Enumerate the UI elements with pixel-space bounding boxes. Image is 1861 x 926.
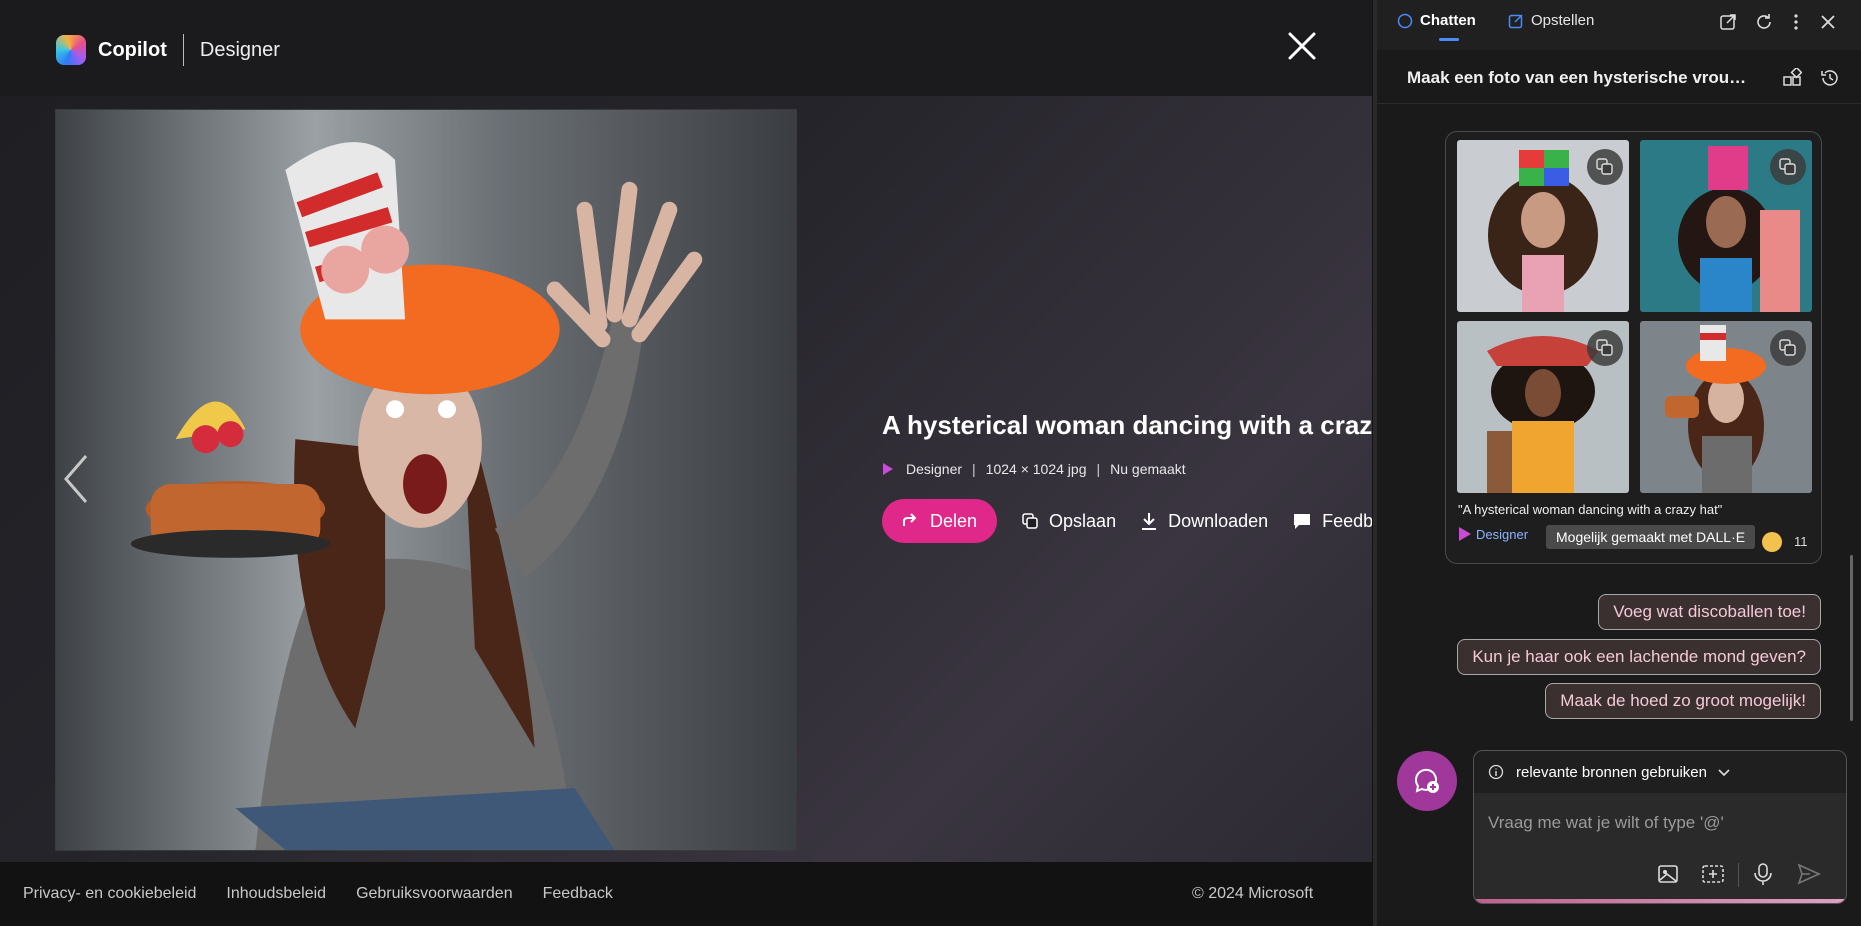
generated-image bbox=[55, 109, 797, 851]
add-to-collection-icon[interactable] bbox=[1587, 149, 1623, 185]
open-in-new-icon[interactable] bbox=[1718, 12, 1738, 32]
share-button[interactable]: Delen bbox=[882, 499, 998, 543]
viewer-footer: Privacy- en cookiebeleid Inhoudsbeleid G… bbox=[0, 862, 1372, 926]
designer-logo-icon bbox=[1459, 527, 1471, 541]
suggestion-chip[interactable]: Maak de hoed zo groot mogelijk! bbox=[1545, 683, 1821, 719]
image-count: 11 bbox=[1794, 534, 1808, 549]
save-label: Opslaan bbox=[1049, 510, 1117, 531]
share-icon bbox=[903, 513, 917, 526]
copilot-logo-icon bbox=[56, 35, 86, 65]
collection-save-icon bbox=[1022, 513, 1038, 529]
new-chat-icon bbox=[1414, 768, 1439, 793]
image-info: A hysterical woman dancing with a crazy … bbox=[882, 410, 1372, 543]
tab-compose[interactable]: Opstellen bbox=[1508, 12, 1594, 29]
viewer-topbar: Copilot Designer bbox=[0, 0, 1372, 96]
dalle-tooltip: Mogelijk gemaakt met DALL·E bbox=[1546, 525, 1756, 549]
plugins-icon[interactable] bbox=[1782, 68, 1802, 88]
conversation-title: Maak een foto van een hysterische vrouw … bbox=[1407, 68, 1759, 87]
brand-subtitle: Designer bbox=[199, 38, 280, 61]
toolbar-divider bbox=[1738, 863, 1739, 887]
tab-compose-label: Opstellen bbox=[1531, 12, 1595, 29]
feedback-label: Feedba bbox=[1322, 510, 1372, 531]
microphone-icon[interactable] bbox=[1750, 861, 1776, 887]
designer-link[interactable]: Designer bbox=[1476, 527, 1528, 542]
chat-scrollbar[interactable] bbox=[1850, 555, 1853, 721]
close-sidebar-icon[interactable] bbox=[1818, 12, 1838, 32]
copyright: © 2024 Microsoft bbox=[1192, 885, 1314, 902]
thumbnail-image[interactable] bbox=[1457, 321, 1629, 493]
meta-source: Designer bbox=[906, 461, 963, 477]
sources-label: relevante bronnen gebruiken bbox=[1516, 763, 1707, 781]
history-icon[interactable] bbox=[1820, 68, 1840, 88]
composer-accent-bar bbox=[1474, 899, 1846, 903]
meta-separator: | bbox=[1096, 461, 1101, 477]
footer-link-privacy[interactable]: Privacy- en cookiebeleid bbox=[23, 885, 196, 903]
brand: Copilot Designer bbox=[56, 34, 280, 66]
new-topic-button[interactable] bbox=[1397, 751, 1457, 811]
screen: Copilot Designer A hysterical woman danc… bbox=[0, 0, 1861, 926]
info-icon bbox=[1488, 764, 1504, 780]
footer-link-content-policy[interactable]: Inhoudsbeleid bbox=[226, 885, 326, 903]
add-image-icon[interactable] bbox=[1656, 861, 1682, 887]
image-caption: "A hysterical woman dancing with a crazy… bbox=[1458, 502, 1723, 517]
sources-dropdown[interactable]: relevante bronnen gebruiken bbox=[1474, 751, 1846, 793]
save-button[interactable]: Opslaan bbox=[1021, 511, 1116, 532]
meta-size: 1024 × 1024 jpg bbox=[985, 461, 1087, 477]
tab-chat[interactable]: Chatten bbox=[1397, 12, 1476, 41]
download-label: Downloaden bbox=[1168, 510, 1269, 531]
add-to-collection-icon[interactable] bbox=[1587, 330, 1623, 366]
thumbnail-image[interactable] bbox=[1640, 321, 1812, 493]
add-to-collection-icon[interactable] bbox=[1770, 330, 1806, 366]
brand-divider bbox=[182, 34, 184, 66]
suggestion-chip[interactable]: Kun je haar ook een lachende mond geven? bbox=[1457, 639, 1821, 675]
brand-name: Copilot bbox=[98, 38, 167, 61]
chat-icon bbox=[1397, 13, 1413, 28]
share-label: Delen bbox=[930, 510, 978, 531]
designer-logo-icon bbox=[883, 463, 893, 475]
thumbnail-image[interactable] bbox=[1457, 140, 1629, 312]
reaction-emoji-icon bbox=[1762, 532, 1782, 552]
screenshot-icon[interactable] bbox=[1700, 861, 1726, 887]
designer-attribution[interactable]: Designer bbox=[1458, 526, 1528, 542]
download-button[interactable]: Downloaden bbox=[1140, 511, 1268, 532]
refresh-icon[interactable] bbox=[1754, 12, 1774, 32]
previous-image-icon[interactable] bbox=[58, 452, 92, 506]
feedback-button[interactable]: Feedba bbox=[1292, 511, 1372, 532]
chevron-down-icon bbox=[1718, 769, 1730, 777]
sidebar-topbar: Chatten Opstellen bbox=[1377, 0, 1861, 50]
chat-input[interactable]: Vraag me wat je wilt of type '@' bbox=[1488, 813, 1724, 833]
tab-chat-label: Chatten bbox=[1420, 12, 1476, 29]
image-meta: Designer | 1024 × 1024 jpg | Nu gemaakt bbox=[882, 461, 1372, 477]
image-result-card: "A hysterical woman dancing with a crazy… bbox=[1445, 131, 1822, 564]
footer-link-terms[interactable]: Gebruiksvoorwaarden bbox=[356, 885, 513, 903]
designer-viewer: Copilot Designer A hysterical woman danc… bbox=[0, 0, 1372, 926]
compose-icon bbox=[1508, 13, 1523, 28]
meta-status: Nu gemaakt bbox=[1110, 461, 1186, 477]
close-icon[interactable] bbox=[1286, 30, 1318, 62]
footer-link-feedback[interactable]: Feedback bbox=[543, 885, 613, 903]
conversation-header: Maak een foto van een hysterische vrouw … bbox=[1377, 52, 1861, 104]
send-icon[interactable] bbox=[1796, 861, 1822, 887]
thumbnail-image[interactable] bbox=[1640, 140, 1812, 312]
download-icon bbox=[1142, 513, 1157, 530]
copilot-sidebar: Chatten Opstellen Maak een foto van een … bbox=[1373, 0, 1861, 926]
more-options-icon[interactable] bbox=[1786, 12, 1806, 32]
meta-separator: | bbox=[972, 461, 976, 477]
feedback-icon bbox=[1294, 514, 1311, 529]
suggestion-chip[interactable]: Voeg wat discoballen toe! bbox=[1598, 594, 1821, 630]
image-title: A hysterical woman dancing with a crazy … bbox=[882, 410, 1372, 440]
add-to-collection-icon[interactable] bbox=[1770, 149, 1806, 185]
image-actions: Delen Opslaan Downloaden Feedb bbox=[882, 499, 1372, 543]
chat-composer: relevante bronnen gebruiken Vraag me wat… bbox=[1473, 750, 1847, 904]
